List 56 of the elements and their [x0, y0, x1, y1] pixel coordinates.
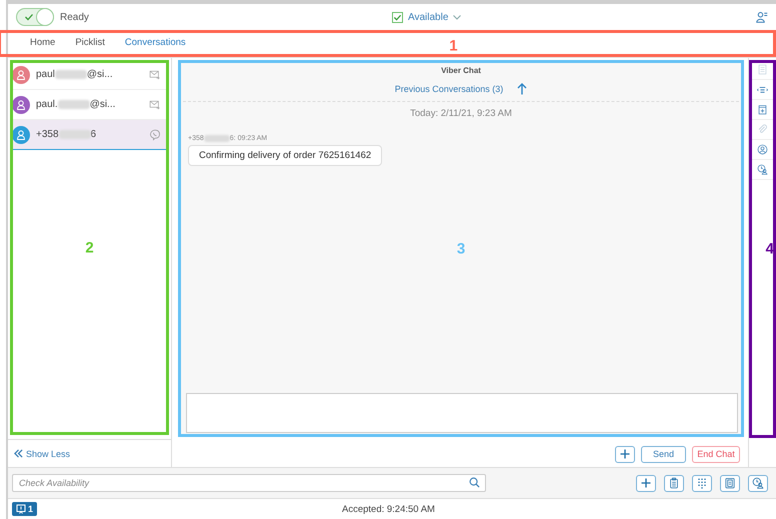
- person-clock-icon[interactable]: [757, 164, 768, 175]
- dialpad-button[interactable]: [692, 474, 712, 492]
- contact-name: @si...: [90, 99, 116, 110]
- status-text: Accepted: 9:24:50 AM: [342, 504, 435, 514]
- person-circle-icon[interactable]: [757, 144, 768, 155]
- status-label: Ready: [60, 12, 89, 22]
- contact-name: @si...: [86, 69, 113, 80]
- search-icon[interactable]: [469, 477, 480, 488]
- send-button[interactable]: Send: [641, 446, 686, 462]
- tab[interactable]: Picklist: [65, 30, 115, 57]
- date-separator: Today: 2/11/21, 9:23 AM: [409, 107, 513, 119]
- contact-name: 6: [90, 129, 96, 140]
- person-clock-button[interactable]: [748, 474, 768, 492]
- show-less-button[interactable]: Show Less: [14, 448, 70, 458]
- tab[interactable]: Home: [20, 30, 66, 57]
- address-book-button[interactable]: [720, 474, 740, 492]
- presentation-icon: [16, 504, 26, 514]
- add-button[interactable]: [615, 446, 635, 462]
- conversation-item[interactable]: paul @si...: [10, 60, 169, 90]
- person-list-icon[interactable]: [756, 11, 768, 23]
- clipboard-icon: [668, 477, 680, 489]
- previous-conversations-link[interactable]: Previous Conversations (3): [394, 84, 504, 94]
- redaction: [54, 70, 87, 79]
- dialpad-icon: [696, 477, 708, 489]
- check-icon: [24, 12, 34, 22]
- availability-checkbox[interactable]: [392, 12, 403, 22]
- end-chat-button[interactable]: End Chat: [692, 446, 740, 462]
- contact-name: +358: [36, 129, 59, 140]
- arrow-up-icon[interactable]: [517, 83, 528, 95]
- contact-name: paul: [36, 69, 55, 80]
- text-lines-icon[interactable]: [757, 84, 768, 95]
- conversation-item[interactable]: +358 6: [10, 120, 169, 150]
- annotation-number: 3: [456, 240, 466, 257]
- notification-badge[interactable]: 1: [12, 502, 38, 516]
- address-book-icon: [724, 477, 736, 489]
- person-clock-icon: [752, 477, 764, 489]
- redaction: [204, 135, 230, 142]
- annotation-number: 2: [85, 239, 94, 256]
- redaction: [58, 100, 90, 109]
- annotation-number: 4: [766, 240, 774, 258]
- availability-dropdown[interactable]: Available: [408, 12, 448, 22]
- tab[interactable]: Conversations: [114, 30, 196, 57]
- contact-name: paul.: [36, 99, 58, 110]
- calendar-add-icon[interactable]: [757, 104, 768, 115]
- chevron-down-icon: [453, 14, 462, 20]
- chat-title: Viber Chat: [440, 65, 482, 75]
- message-bubble: Confirming delivery of order 7625161462: [188, 145, 382, 166]
- message-input[interactable]: [186, 393, 738, 433]
- ready-toggle[interactable]: [16, 8, 54, 26]
- plus-icon: [640, 477, 652, 489]
- annotation-number: 1: [449, 38, 458, 55]
- clipboard-button[interactable]: [664, 474, 684, 492]
- plus-icon: [619, 448, 631, 460]
- double-chevron-left-icon: [14, 449, 23, 458]
- plus-button[interactable]: [636, 474, 656, 492]
- search-field[interactable]: Check Availability: [12, 474, 486, 492]
